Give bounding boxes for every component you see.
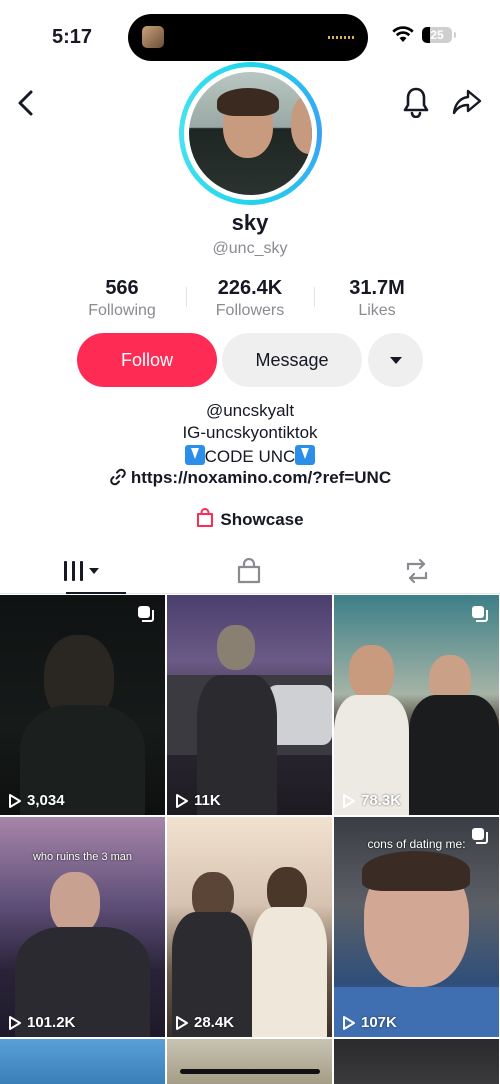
caret-down-icon [389,356,402,364]
following-count: 566 [105,277,139,299]
play-icon [176,1015,188,1030]
shop-bag-icon [237,558,261,584]
play-icon [343,793,355,808]
avatar [189,72,312,195]
bio-link-text: https://noxamino.com/?ref=UNC [130,468,392,487]
wifi-icon [392,26,414,42]
active-tab-indicator [66,592,126,594]
profile-tabs [0,548,500,594]
multi-video-icon [138,606,154,622]
suggested-accounts-button[interactable] [368,333,423,387]
likes-label: Likes [358,302,396,319]
repost-icon [406,558,428,584]
stat-divider [186,287,187,307]
likes-stat[interactable]: 31.7M Likes [327,277,427,320]
bio-line: @uncskyalt [205,401,295,420]
home-indicator [180,1069,320,1074]
play-icon [9,793,21,808]
view-count: 101.2K [8,1014,75,1031]
bio-line: CODE UNC [204,447,296,466]
play-icon [9,1015,21,1030]
share-icon[interactable] [452,88,482,116]
status-time: 5:17 [52,26,93,48]
now-playing-thumbnail [142,26,164,48]
down-arrow-emoji-icon [295,445,316,465]
back-arrow-icon[interactable] [14,88,38,118]
videos-grid-icon [64,561,99,581]
tab-shop[interactable] [166,548,332,594]
video-thumbnail[interactable]: 28.4K [167,817,332,1037]
video-thumbnail[interactable]: 11K [167,595,332,815]
followers-label: Followers [215,302,285,319]
view-count: 11K [175,792,221,809]
video-thumbnail[interactable]: 78.3K [334,595,499,815]
tab-reposts[interactable] [334,548,500,594]
status-bar: 5:17 25 [0,0,500,61]
video-caption: who ruins the 3 man [32,851,133,863]
showcase-label: Showcase [220,510,304,529]
dynamic-island [128,14,368,61]
video-thumbnail[interactable]: 3,034 [0,595,165,815]
bell-icon[interactable] [402,86,430,118]
multi-video-icon [472,606,488,622]
profile-name: sky [231,210,269,235]
tab-videos[interactable] [0,548,166,594]
video-thumbnail[interactable] [167,1039,332,1084]
battery-level: 25 [430,28,444,42]
down-arrow-emoji-icon [184,445,205,465]
message-button[interactable]: Message [222,333,362,387]
showcase-button[interactable]: Showcase [0,508,500,530]
play-icon [176,793,188,808]
audio-activity-icon [328,36,354,39]
followers-stat[interactable]: 226.4K Followers [195,277,305,320]
video-thumbnail[interactable] [334,1039,499,1084]
following-label: Following [88,302,156,319]
view-count: 28.4K [175,1014,234,1031]
view-count: 107K [342,1014,397,1031]
bio-link[interactable]: https://noxamino.com/?ref=UNC [0,468,500,488]
video-thumbnail[interactable]: who ruins the 3 man 101.2K [0,817,165,1037]
likes-count: 31.7M [349,277,405,299]
profile-avatar-ring[interactable] [179,62,322,205]
view-count: 3,034 [8,792,65,809]
view-count: 78.3K [342,792,401,809]
following-stat[interactable]: 566 Following [72,277,172,320]
play-icon [343,1015,355,1030]
bio-line-code: CODE UNC [0,445,500,467]
video-thumbnail[interactable] [0,1039,165,1084]
bio-line: IG-uncskyontiktok [182,423,318,442]
shopping-bag-icon [197,508,214,527]
video-thumbnail[interactable]: cons of dating me: 107K [334,817,499,1037]
battery-icon: 25 [422,27,456,43]
stat-divider [314,287,315,307]
follow-button[interactable]: Follow [77,333,217,387]
followers-count: 226.4K [217,277,283,299]
profile-handle: @unc_sky [212,240,288,257]
link-icon [110,468,126,486]
multi-video-icon [472,828,488,844]
